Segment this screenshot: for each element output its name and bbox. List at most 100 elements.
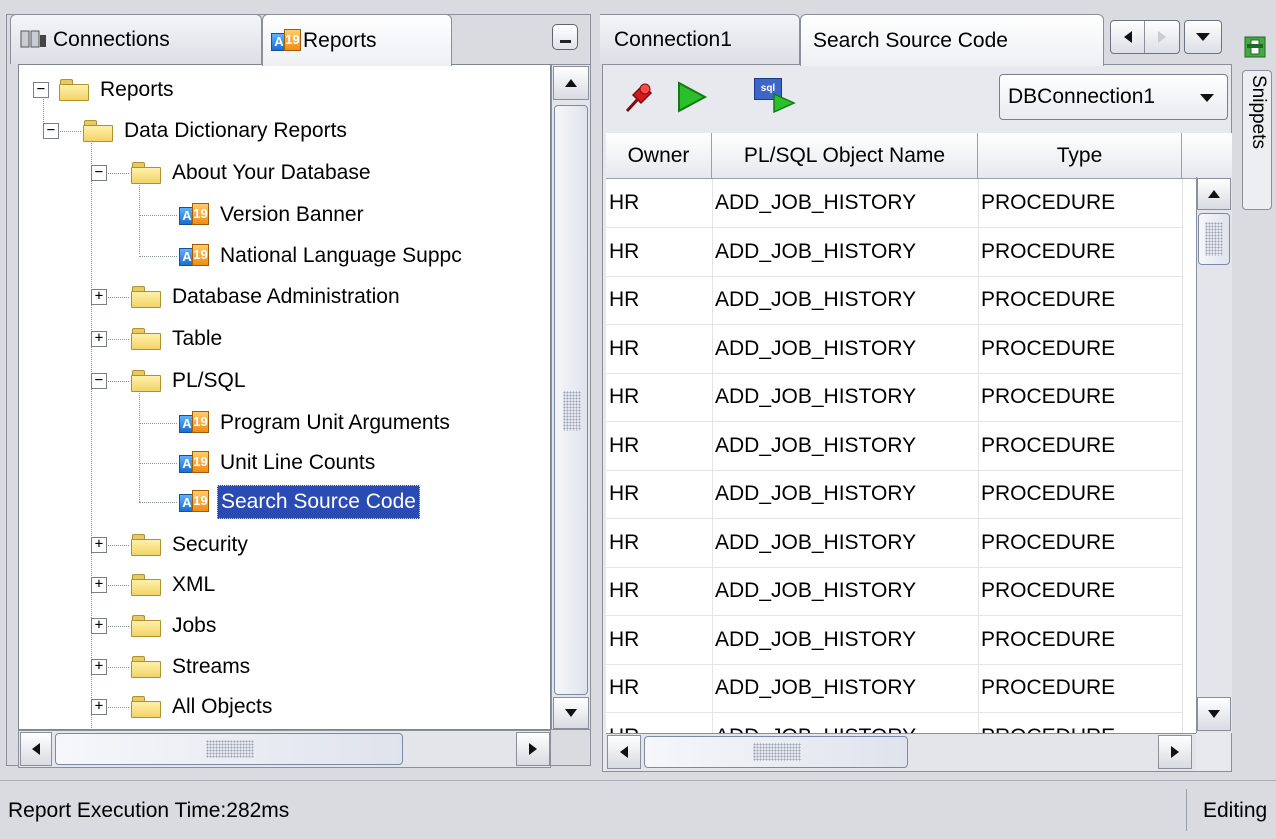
expand-icon[interactable]: +: [91, 537, 107, 553]
tree-folder-item[interactable]: Jobs: [131, 609, 219, 643]
table-cell: ADD_JOB_HISTORY: [715, 482, 917, 505]
grid-vertical-scrollbar[interactable]: [1196, 177, 1232, 733]
grid-scroll-left-icon[interactable]: [607, 735, 641, 769]
column-header-owner[interactable]: Owner: [606, 133, 712, 179]
folder-icon: [131, 328, 161, 350]
table-row[interactable]: HR ADD_JOB_HISTORY PROCEDURE: [606, 470, 1182, 518]
snippets-icon[interactable]: [1242, 34, 1270, 60]
tab-connections[interactable]: Connections: [10, 14, 262, 64]
grid-scroll-thumb-h[interactable]: [644, 736, 908, 768]
scroll-up-icon[interactable]: [553, 66, 589, 100]
tree-folder-item[interactable]: Data Dictionary Reports: [83, 114, 350, 148]
tree-folder-item[interactable]: Security: [131, 528, 251, 562]
collapse-icon[interactable]: −: [33, 82, 49, 98]
tree-report-item[interactable]: A 19 National Language Suppc: [179, 239, 465, 273]
tree-item-label: National Language Suppc: [220, 244, 462, 267]
table-row[interactable]: HR ADD_JOB_HISTORY PROCEDURE: [606, 664, 1182, 712]
tab-list-dropdown-icon[interactable]: [1184, 20, 1222, 54]
tab-search-source-code[interactable]: Search Source Code: [800, 14, 1104, 66]
tab-connection1-label: Connection1: [614, 27, 732, 51]
tree-report-item[interactable]: A 19 Unit Line Counts: [179, 446, 378, 480]
tree-folder-item[interactable]: About Your Database: [131, 156, 374, 190]
status-execution-time: Report Execution Time:282ms: [8, 799, 290, 822]
tree-connector-line: [139, 423, 177, 424]
scroll-thumb[interactable]: [554, 105, 588, 695]
run-sql-icon[interactable]: sql: [752, 76, 800, 116]
tree-item-label: PL/SQL: [172, 369, 246, 392]
snippets-tab[interactable]: Snippets: [1242, 70, 1272, 210]
grid-scroll-up-icon[interactable]: [1197, 178, 1231, 210]
table-cell: ADD_JOB_HISTORY: [715, 579, 917, 602]
tree-item-label: Data Dictionary Reports: [124, 119, 347, 142]
tree-vertical-scrollbar[interactable]: [551, 64, 591, 730]
tab-connection1[interactable]: Connection1: [600, 14, 800, 64]
table-cell: ADD_JOB_HISTORY: [715, 627, 917, 651]
tree-item-label: Table: [172, 327, 223, 350]
expand-icon[interactable]: +: [91, 659, 107, 675]
collapse-icon[interactable]: −: [91, 373, 107, 389]
tree-report-item[interactable]: A 19 Search Source Code: [179, 485, 420, 519]
expand-icon[interactable]: +: [91, 699, 107, 715]
tree-folder-item[interactable]: XML: [131, 568, 218, 602]
table-cell: PROCEDURE: [981, 385, 1116, 408]
table-row[interactable]: HR ADD_JOB_HISTORY PROCEDURE: [606, 422, 1182, 470]
grid-scroll-right-icon[interactable]: [1158, 735, 1192, 769]
expand-icon[interactable]: +: [91, 577, 107, 593]
table-row[interactable]: HR ADD_JOB_HISTORY PROCEDURE: [606, 179, 1182, 227]
folder-icon: [131, 370, 161, 392]
table-row[interactable]: HR ADD_JOB_HISTORY PROCEDURE: [606, 713, 1182, 734]
tree-folder-item[interactable]: Reports: [59, 73, 177, 107]
tab-scroll-left-icon[interactable]: [1111, 21, 1146, 53]
expand-icon[interactable]: +: [91, 331, 107, 347]
column-header-type[interactable]: Type: [978, 133, 1182, 179]
tree-folder-item[interactable]: All Objects: [131, 690, 275, 724]
collapse-icon[interactable]: −: [91, 165, 107, 181]
table-row[interactable]: HR ADD_JOB_HISTORY PROCEDURE: [606, 616, 1182, 664]
table-row[interactable]: HR ADD_JOB_HISTORY PROCEDURE: [606, 567, 1182, 615]
tree-folder-item[interactable]: Streams: [131, 650, 253, 684]
grid-scroll-down-icon[interactable]: [1197, 697, 1231, 731]
tree-report-item[interactable]: A 19 Version Banner: [179, 198, 367, 232]
column-header-object-name[interactable]: PL/SQL Object Name: [712, 133, 978, 179]
tree-folder-item[interactable]: Table: [131, 322, 225, 356]
grid-scroll-thumb[interactable]: [1198, 213, 1230, 265]
table-cell: PROCEDURE: [981, 579, 1116, 602]
tab-reports[interactable]: A 19 Reports: [262, 14, 452, 66]
tree-report-item[interactable]: A 19 Program Unit Arguments: [179, 406, 453, 440]
column-header-object-name-label: PL/SQL Object Name: [743, 143, 946, 167]
table-row[interactable]: HR ADD_JOB_HISTORY PROCEDURE: [606, 228, 1182, 276]
tree-folder-item[interactable]: PL/SQL: [131, 364, 249, 398]
scroll-left-icon[interactable]: [20, 732, 52, 766]
tree-item-label: Version Banner: [220, 203, 364, 226]
table-cell: HR: [606, 716, 639, 734]
table-row[interactable]: HR ADD_JOB_HISTORY PROCEDURE: [606, 325, 1182, 373]
table-cell: PROCEDURE: [981, 433, 1116, 457]
expand-icon[interactable]: +: [91, 289, 107, 305]
scroll-down-icon[interactable]: [553, 697, 589, 729]
table-cell: ADD_JOB_HISTORY: [715, 676, 917, 699]
grid-horizontal-scrollbar[interactable]: [606, 733, 1196, 771]
folder-icon: [83, 120, 113, 142]
tab-scroll-right-icon[interactable]: [1145, 21, 1179, 53]
folder-icon: [131, 534, 161, 556]
tree-horizontal-scrollbar[interactable]: [18, 730, 551, 768]
table-cell: ADD_JOB_HISTORY: [715, 191, 917, 214]
scroll-thumb-h[interactable]: [55, 733, 403, 765]
tree-item-label: Security: [172, 533, 248, 556]
tree-item-label: Database Administration: [172, 285, 400, 308]
table-row[interactable]: HR ADD_JOB_HISTORY PROCEDURE: [606, 373, 1182, 421]
connection-select[interactable]: DBConnection1: [999, 74, 1228, 120]
minimize-icon[interactable]: [552, 24, 578, 50]
expand-icon[interactable]: +: [91, 618, 107, 634]
tree-item-label: About Your Database: [172, 161, 371, 184]
table-row[interactable]: HR ADD_JOB_HISTORY PROCEDURE: [606, 276, 1182, 324]
collapse-icon[interactable]: −: [43, 123, 59, 139]
table-row[interactable]: HR ADD_JOB_HISTORY PROCEDURE: [606, 519, 1182, 567]
run-icon[interactable]: [672, 78, 710, 116]
table-cell: HR: [609, 336, 640, 360]
chevron-down-icon: [1200, 94, 1214, 102]
status-bar: Report Execution Time:282ms Editing: [0, 780, 1276, 839]
pin-icon[interactable]: [620, 78, 658, 116]
scroll-right-icon[interactable]: [516, 732, 550, 766]
tree-folder-item[interactable]: Database Administration: [131, 280, 403, 314]
